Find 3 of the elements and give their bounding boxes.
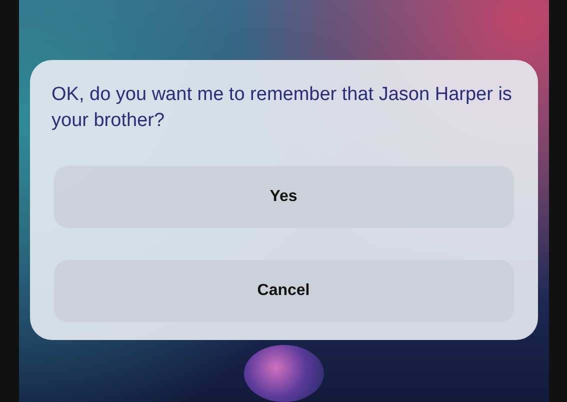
dialog-message: OK, do you want me to remember that Jason Harper is your brother? [50,83,513,133]
dialog-button[interactable]: Cancel [54,260,514,322]
dialog-button[interactable]: Yes [54,166,514,228]
